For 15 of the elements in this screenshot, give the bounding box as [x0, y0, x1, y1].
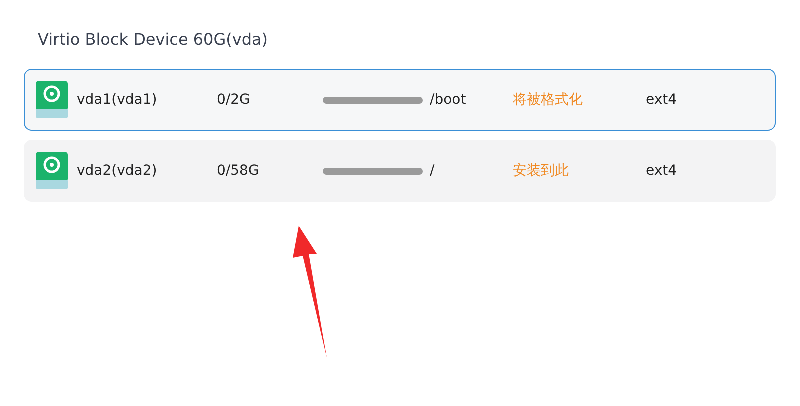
partition-status: 安装到此: [513, 162, 570, 180]
mount-point: /: [430, 163, 436, 179]
partition-size: 0/2G: [217, 92, 252, 108]
disk-icon: [36, 81, 68, 119]
disk-title: Virtio Block Device 60G(vda): [37, 30, 270, 51]
filesystem-type: ext4: [646, 163, 678, 179]
disk-icon: [36, 152, 68, 190]
partition-name: vda2(vda2): [77, 163, 158, 179]
partition-name: vda1(vda1): [77, 92, 158, 108]
filesystem-type: ext4: [646, 92, 678, 108]
partition-row[interactable]: vda2(vda2) 0/58G / 安装到此 ext4: [24, 140, 776, 202]
mount-point: /boot: [430, 92, 468, 108]
partition-status: 将被格式化: [513, 91, 584, 109]
partition-size: 0/58G: [217, 163, 260, 179]
partition-row[interactable]: vda1(vda1) 0/2G /boot 将被格式化 ext4: [24, 69, 776, 131]
